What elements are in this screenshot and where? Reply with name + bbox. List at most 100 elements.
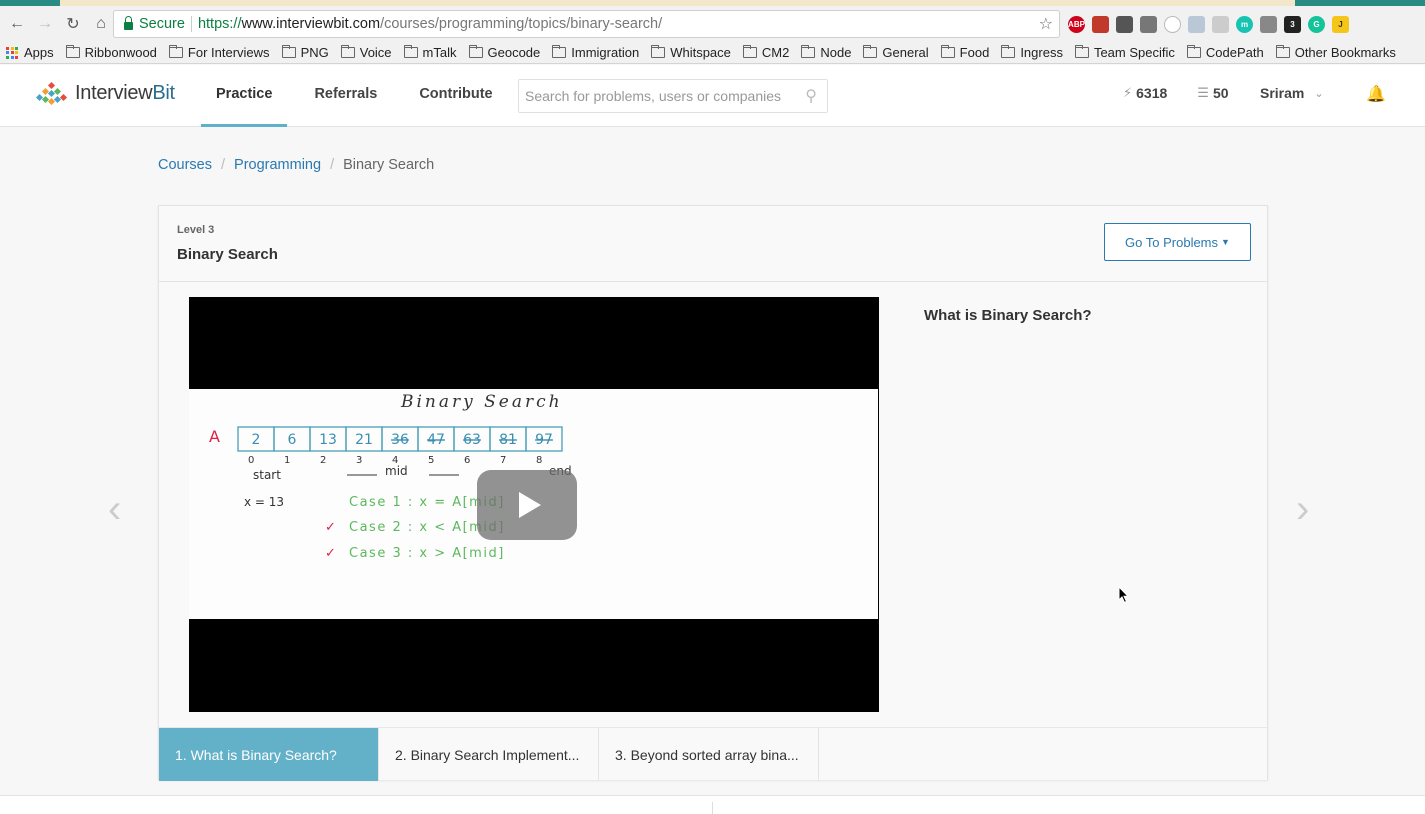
reload-icon[interactable]: ↻ xyxy=(62,13,84,35)
folder-icon xyxy=(1074,45,1089,58)
array-index: 1 xyxy=(284,455,290,466)
search-placeholder: Search for problems, users or companies xyxy=(525,88,781,104)
search-input[interactable]: Search for problems, users or companies … xyxy=(518,79,828,113)
extension-window-icon[interactable] xyxy=(1260,15,1277,33)
tab-what-is-binary-search[interactable]: 1. What is Binary Search? xyxy=(159,728,379,781)
extension-book-icon[interactable] xyxy=(1092,15,1109,33)
bookmark-folder[interactable]: mTalk xyxy=(403,45,457,60)
address-bar[interactable]: Secure https://www.interviewbit.com/cour… xyxy=(113,10,1060,38)
whiteboard-title: Binary Search xyxy=(400,392,563,412)
mouse-cursor-icon xyxy=(1118,586,1130,604)
evernote-icon[interactable] xyxy=(1116,15,1133,33)
bookmark-folder[interactable]: Ingress xyxy=(1001,45,1063,60)
array-index: 7 xyxy=(500,455,506,466)
bookmark-folder[interactable]: General xyxy=(863,45,929,60)
qr-icon[interactable] xyxy=(1140,15,1157,33)
bookmark-folder[interactable]: For Interviews xyxy=(168,45,270,60)
mixmax-icon[interactable]: m xyxy=(1236,15,1253,33)
folder-icon xyxy=(403,45,418,58)
folder-icon xyxy=(1001,45,1016,58)
array-value: 97 xyxy=(535,432,553,448)
folder-icon xyxy=(801,45,816,58)
home-icon[interactable]: ⌂ xyxy=(90,13,112,35)
extension-circle-icon[interactable] xyxy=(1164,15,1181,33)
array-value: 47 xyxy=(427,432,445,448)
array-index: 0 xyxy=(248,455,254,466)
secure-label: Secure xyxy=(139,16,185,32)
array-label: A xyxy=(209,427,220,446)
extension-j-icon[interactable]: J xyxy=(1332,15,1349,33)
array-value: 63 xyxy=(463,432,481,448)
bookmark-folder[interactable]: Food xyxy=(940,45,989,60)
play-button[interactable] xyxy=(477,470,577,540)
bookmark-star-icon[interactable]: ☆ xyxy=(1039,14,1053,34)
breadcrumb-current: Binary Search xyxy=(343,157,435,173)
array-index: 2 xyxy=(320,455,326,466)
coins-stat[interactable]: ☰ 50 xyxy=(1197,85,1228,101)
folder-icon xyxy=(651,45,666,58)
folder-icon xyxy=(468,45,483,58)
bookmark-folder[interactable]: Team Specific xyxy=(1074,45,1175,60)
score-stat[interactable]: ⚡ 6318 xyxy=(1123,85,1167,101)
case-3: Case 3 : x > A[mid] xyxy=(349,546,505,561)
site-header: InterviewBit Practice Referrals Contribu… xyxy=(0,65,1425,127)
bookmark-other[interactable]: Other Bookmarks xyxy=(1275,45,1396,60)
array-index: 3 xyxy=(356,455,362,466)
url-host: www.interviewbit.com xyxy=(241,16,381,32)
breadcrumb-programming[interactable]: Programming xyxy=(234,157,321,173)
folder-icon xyxy=(281,45,296,58)
breadcrumb-courses[interactable]: Courses xyxy=(158,157,212,173)
folder-icon xyxy=(168,45,183,58)
bookmark-apps[interactable]: Apps xyxy=(0,45,54,60)
folder-icon xyxy=(940,45,955,58)
bookmark-folder[interactable]: Immigration xyxy=(552,45,639,60)
topic-title: Binary Search xyxy=(177,246,278,263)
adblock-icon[interactable]: ABP xyxy=(1068,15,1085,33)
prev-arrow-icon[interactable]: ‹ xyxy=(108,487,121,532)
bookmark-folder[interactable]: Geocode xyxy=(468,45,540,60)
array-value: 36 xyxy=(391,432,409,448)
bookmark-folder[interactable]: CodePath xyxy=(1186,45,1264,60)
bookmark-folder[interactable]: CM2 xyxy=(742,45,789,60)
extension-badge-icon[interactable]: 3 xyxy=(1284,15,1301,33)
nav-referrals[interactable]: Referrals xyxy=(299,65,392,127)
dropbox-icon[interactable] xyxy=(1188,15,1205,33)
check-icon: ✓ xyxy=(325,520,336,535)
folder-icon xyxy=(1275,45,1290,58)
forward-icon[interactable]: → xyxy=(34,13,56,35)
array-index: 5 xyxy=(428,455,434,466)
video-player[interactable]: Binary Search A 2 6 13 21 36 47 63 81 97 0123456… xyxy=(189,297,879,712)
nav-practice[interactable]: Practice xyxy=(201,65,288,127)
card-header: Level 3 Binary Search Go To Problems ▼ xyxy=(159,206,1267,282)
bookmark-folder[interactable]: Voice xyxy=(340,45,392,60)
bell-icon[interactable]: 🔔 xyxy=(1366,84,1386,104)
array-value: 81 xyxy=(499,432,517,448)
breadcrumb: Courses / Programming / Binary Search xyxy=(158,157,435,173)
array-index: 6 xyxy=(464,455,470,466)
start-label: start xyxy=(253,468,281,482)
bookmark-folder[interactable]: Whitspace xyxy=(651,45,731,60)
extension-b-icon[interactable] xyxy=(1212,15,1229,33)
bookmark-folder[interactable]: PNG xyxy=(281,45,329,60)
interviewbit-logo[interactable]: InterviewBit xyxy=(35,81,175,105)
tab-binary-search-implementation[interactable]: 2. Binary Search Implement... xyxy=(379,728,599,781)
nav-contribute[interactable]: Contribute xyxy=(404,65,507,127)
user-name: Sriram xyxy=(1260,85,1305,101)
folder-icon xyxy=(863,45,878,58)
go-to-problems-button[interactable]: Go To Problems ▼ xyxy=(1104,223,1251,261)
mid-label: mid xyxy=(385,464,408,478)
main-nav: Practice Referrals Contribute xyxy=(201,65,520,127)
score-value: 6318 xyxy=(1136,85,1168,101)
bookmark-folder[interactable]: Node xyxy=(801,45,851,60)
user-menu[interactable]: Sriram ⌄ xyxy=(1260,85,1324,101)
bookmarks-bar: Apps Ribbonwood For Interviews PNG Voice… xyxy=(0,42,1425,64)
url-scheme: https:// xyxy=(197,16,242,32)
bookmark-folder[interactable]: Ribbonwood xyxy=(65,45,157,60)
next-arrow-icon[interactable]: › xyxy=(1296,487,1309,532)
back-icon[interactable]: ← xyxy=(6,13,28,35)
url-path: /courses/programming/topics/binary-searc… xyxy=(380,16,663,32)
grammarly-icon[interactable]: G xyxy=(1308,15,1325,33)
lock-icon xyxy=(124,15,133,30)
tab-beyond-sorted-array[interactable]: 3. Beyond sorted array bina... xyxy=(599,728,819,781)
search-icon[interactable]: ⚲ xyxy=(805,86,817,106)
